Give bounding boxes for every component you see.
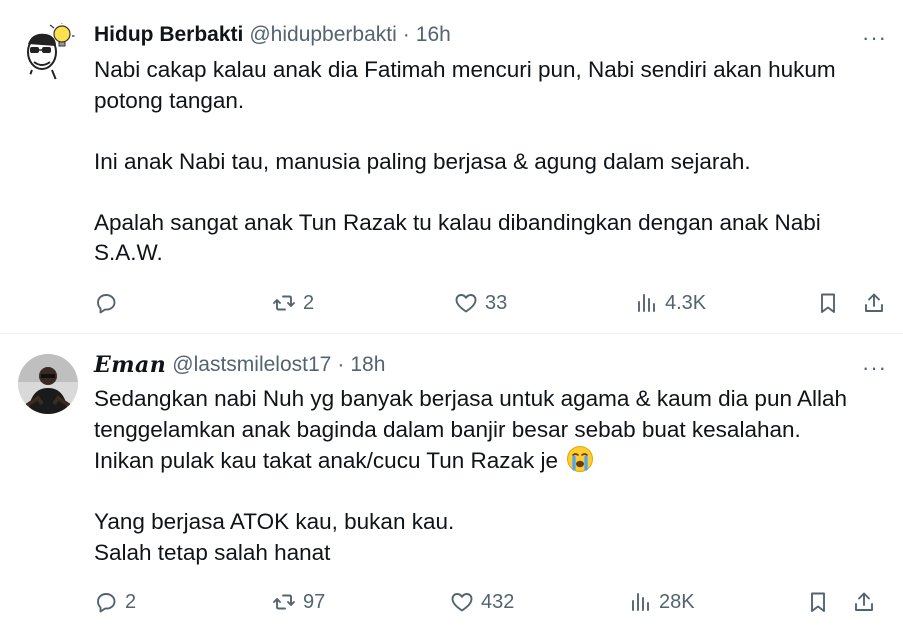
retweet-button[interactable]: 2 (272, 291, 314, 315)
tweet-text: Sedangkan nabi Nuh yg banyak berjasa unt… (94, 384, 863, 568)
separator-dot: · (402, 23, 410, 46)
text-segment: Inikan pulak kau takat anak/cucu Tun Raz… (94, 448, 559, 473)
tweet-header: Eman @lastsmilelost17 · 18h (94, 352, 881, 378)
paragraph-break (94, 116, 863, 147)
reply-icon (97, 593, 116, 613)
bookmark-icon (821, 293, 835, 313)
paragraph-break (94, 177, 863, 208)
heart-icon (455, 294, 477, 313)
more-options-icon[interactable]: ··· (862, 357, 887, 379)
like-count: 432 (481, 590, 515, 613)
username-handle[interactable]: @hidupberbakti (249, 22, 396, 48)
text-line: Ini anak Nabi tau, manusia paling berjas… (94, 148, 751, 174)
text-line: potong tangan. (94, 87, 245, 113)
tweet-header: Hidup Berbakti @hidupberbakti · 16h (94, 22, 881, 48)
bookmark-icon (811, 592, 825, 612)
more-options-icon[interactable]: ··· (862, 27, 887, 49)
retweet-icon (273, 295, 295, 311)
text-line: Apalah sangat anak Tun Razak tu kalau di… (94, 209, 821, 235)
loudly-crying-face-icon (567, 446, 594, 472)
tweet-1[interactable]: Hidup Berbakti @hidupberbakti · 16h ··· … (0, 0, 903, 333)
text-line: Yang berjasa ATOK kau, bukan kau. (94, 509, 455, 534)
tweet-text: Nabi cakap kalau anak dia Fatimah mencur… (94, 55, 863, 269)
text-line: Inikan pulak kau takat anak/cucu Tun Raz… (94, 445, 863, 477)
view-count: 28K (659, 590, 695, 613)
view-count: 4.3K (665, 291, 707, 314)
tweet-2[interactable]: Eman @lastsmilelost17 · 18h ··· Sedangka… (0, 333, 903, 636)
retweet-icon (273, 594, 295, 610)
reply-button[interactable] (94, 291, 125, 315)
views-button[interactable]: 28K (628, 590, 695, 614)
reply-button[interactable]: 2 (94, 590, 136, 614)
reply-count: 2 (125, 590, 137, 613)
bookmark-button[interactable] (816, 291, 840, 315)
text-line: tenggelamkan anak baginda dalam banjir b… (94, 416, 801, 442)
share-icon (865, 293, 883, 312)
display-name[interactable]: Eman (94, 352, 166, 378)
action-bar: 2 33 4.3K (94, 288, 885, 318)
action-bar: 2 97 432 28K (94, 587, 885, 617)
text-line: Salah tetap salah hanat (94, 539, 331, 565)
views-button[interactable]: 4.3K (634, 291, 706, 315)
like-count: 33 (485, 291, 508, 314)
views-chart-icon (638, 294, 655, 312)
share-button[interactable] (862, 291, 886, 315)
heart-icon (451, 593, 473, 612)
text-line: Sedangkan nabi Nuh yg banyak berjasa unt… (94, 386, 848, 411)
avatar[interactable] (18, 354, 78, 414)
timestamp[interactable]: 18h (350, 352, 385, 378)
like-button[interactable]: 432 (450, 590, 514, 614)
share-icon (855, 592, 873, 611)
username-handle[interactable]: @lastsmilelost17 (172, 352, 331, 378)
bookmark-button[interactable] (806, 590, 830, 614)
display-name[interactable]: Hidup Berbakti (94, 22, 243, 48)
timestamp[interactable]: 16h (416, 22, 451, 48)
like-button[interactable]: 33 (454, 291, 507, 315)
text-line: Nabi cakap kalau anak dia Fatimah mencur… (94, 57, 836, 82)
separator-dot: · (337, 353, 345, 376)
paragraph-break (94, 477, 863, 508)
reply-icon (97, 294, 116, 314)
views-chart-icon (632, 593, 649, 611)
retweet-count: 2 (303, 291, 315, 314)
retweet-button[interactable]: 97 (272, 590, 325, 614)
text-line: S.A.W. (94, 240, 163, 265)
retweet-count: 97 (303, 590, 326, 613)
avatar[interactable] (18, 20, 78, 80)
share-button[interactable] (852, 590, 876, 614)
